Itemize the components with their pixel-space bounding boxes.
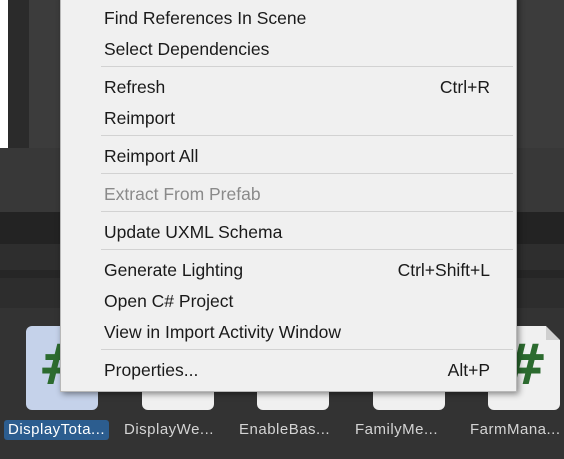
asset-label: DisplayTota... [4,420,110,440]
inspector-strip [0,0,8,148]
menu-item-select-dependencies[interactable]: Select Dependencies [61,35,516,63]
menu-separator [101,173,513,174]
menu-item-label: Properties... [104,360,199,380]
menu-item-label: Select Dependencies [104,39,270,59]
menu-item-view-in-import-activity-window[interactable]: View in Import Activity Window [61,318,516,346]
menu-item-open-csharp-project[interactable]: Open C# Project [61,287,516,315]
context-menu: Find References In Scene Select Dependen… [60,0,517,392]
menu-item-find-references-in-scene[interactable]: Find References In Scene [61,4,516,32]
menu-item-label: Extract From Prefab [104,184,261,204]
menu-item-generate-lighting[interactable]: Generate Lighting Ctrl+Shift+L [61,256,516,284]
menu-item-refresh[interactable]: Refresh Ctrl+R [61,73,516,101]
menu-item-shortcut: Ctrl+Shift+L [397,260,490,280]
asset-label: EnableBas... [239,421,331,438]
menu-separator [101,249,513,250]
asset-label: DisplayWe... [124,421,214,438]
menu-item-properties[interactable]: Properties... Alt+P [61,356,516,384]
menu-item-label: Open C# Project [104,291,234,311]
menu-item-extract-from-prefab: Extract From Prefab [61,180,516,208]
menu-item-label: Reimport [104,108,175,128]
menu-item-label: View in Import Activity Window [104,322,341,342]
menu-item-reimport-all[interactable]: Reimport All [61,142,516,170]
menu-item-label: Generate Lighting [104,260,244,280]
menu-item-shortcut: Alt+P [447,360,490,380]
asset-label: FamilyMe... [355,421,439,438]
menu-item-label: Reimport All [104,146,199,166]
menu-item-update-uxml-schema[interactable]: Update UXML Schema [61,218,516,246]
menu-item-reimport[interactable]: Reimport [61,104,516,132]
menu-item-shortcut: Ctrl+R [439,77,490,97]
menu-separator [101,349,513,350]
menu-separator [101,211,513,212]
menu-separator [101,66,513,67]
asset-label: FarmMana... [470,421,561,438]
menu-item-label: Refresh [104,77,166,97]
panel-inner [9,0,29,148]
menu-separator [101,135,513,136]
menu-item-label: Find References In Scene [104,8,307,28]
menu-item-label: Update UXML Schema [104,222,283,242]
